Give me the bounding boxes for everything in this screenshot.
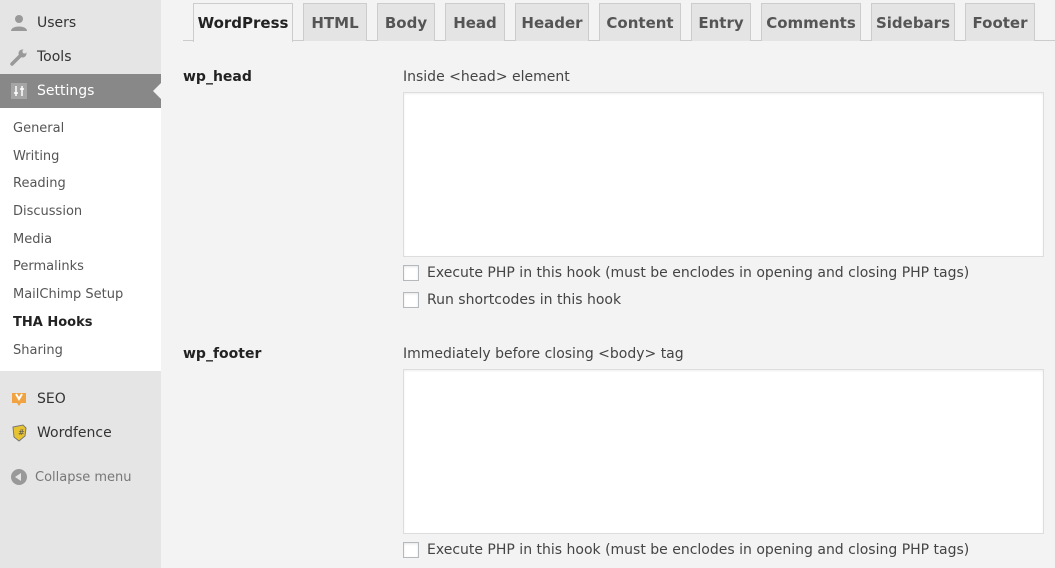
checkbox-label: Execute PHP in this hook (must be enclod…: [427, 265, 970, 281]
execute-php-checkbox-wp-footer[interactable]: Execute PHP in this hook (must be enclod…: [403, 541, 969, 559]
run-shortcodes-checkbox-wp-head[interactable]: Run shortcodes in this hook: [403, 291, 621, 309]
hook-description-wp-footer: Immediately before closing <body> tag: [403, 346, 684, 362]
yoast-seo-icon: [9, 389, 29, 409]
menu-item-label: Users: [37, 15, 77, 31]
collapse-menu-button[interactable]: Collapse menu: [0, 466, 161, 488]
hook-name-wp-footer: wp_footer: [183, 346, 262, 362]
hook-textarea-wp-footer[interactable]: [403, 369, 1044, 534]
submenu-item-discussion[interactable]: Discussion: [0, 198, 161, 226]
submenu-item-permalinks[interactable]: Permalinks: [0, 253, 161, 281]
tab-content[interactable]: Content: [599, 3, 681, 41]
tab-comments[interactable]: Comments: [761, 3, 861, 41]
tab-header[interactable]: Header: [515, 3, 589, 41]
tab-wordpress[interactable]: WordPress: [193, 3, 293, 42]
checkbox[interactable]: [403, 292, 419, 308]
execute-php-checkbox-wp-head[interactable]: Execute PHP in this hook (must be enclod…: [403, 264, 969, 282]
admin-sidebar: Users Tools Settings General Writing Rea…: [0, 0, 161, 568]
checkbox[interactable]: [403, 542, 419, 558]
menu-item-settings[interactable]: Settings: [0, 74, 161, 108]
menu-item-label: Tools: [37, 49, 72, 65]
submenu-item-media[interactable]: Media: [0, 226, 161, 254]
submenu-item-mailchimp-setup[interactable]: MailChimp Setup: [0, 281, 161, 309]
hook-description-wp-head: Inside <head> element: [403, 69, 570, 85]
submenu-item-reading[interactable]: Reading: [0, 170, 161, 198]
checkbox[interactable]: [403, 265, 419, 281]
menu-item-wordfence[interactable]: # Wordfence: [0, 416, 161, 450]
checkbox-label: Run shortcodes in this hook: [427, 292, 622, 308]
menu-item-label: Settings: [37, 83, 95, 99]
wrench-icon: [9, 47, 29, 67]
hook-tabs: WordPress HTML Body Head Header Content …: [183, 0, 1055, 42]
collapse-arrow-icon: [11, 469, 27, 485]
users-icon: [9, 13, 29, 33]
tab-body[interactable]: Body: [377, 3, 435, 41]
menu-item-tools[interactable]: Tools: [0, 40, 161, 74]
settings-sliders-icon: [9, 81, 29, 101]
submenu-item-tha-hooks[interactable]: THA Hooks: [0, 309, 161, 337]
tab-head[interactable]: Head: [445, 3, 505, 41]
tab-entry[interactable]: Entry: [691, 3, 751, 41]
wordfence-shield-icon: #: [9, 423, 29, 443]
tab-html[interactable]: HTML: [303, 3, 367, 41]
submenu-item-writing[interactable]: Writing: [0, 143, 161, 171]
tab-footer[interactable]: Footer: [965, 3, 1035, 41]
settings-submenu: General Writing Reading Discussion Media…: [0, 108, 161, 371]
hook-textarea-wp-head[interactable]: [403, 92, 1044, 257]
hook-name-wp-head: wp_head: [183, 69, 252, 85]
menu-item-users[interactable]: Users: [0, 6, 161, 40]
menu-item-label: SEO: [37, 391, 66, 407]
submenu-item-sharing[interactable]: Sharing: [0, 337, 161, 365]
menu-item-label: Wordfence: [37, 425, 112, 441]
collapse-menu-label: Collapse menu: [35, 469, 132, 485]
svg-text:#: #: [18, 428, 25, 437]
checkbox-label: Execute PHP in this hook (must be enclod…: [427, 542, 970, 558]
menu-item-seo[interactable]: SEO: [0, 382, 161, 416]
submenu-item-general[interactable]: General: [0, 115, 161, 143]
tab-sidebars[interactable]: Sidebars: [871, 3, 955, 41]
